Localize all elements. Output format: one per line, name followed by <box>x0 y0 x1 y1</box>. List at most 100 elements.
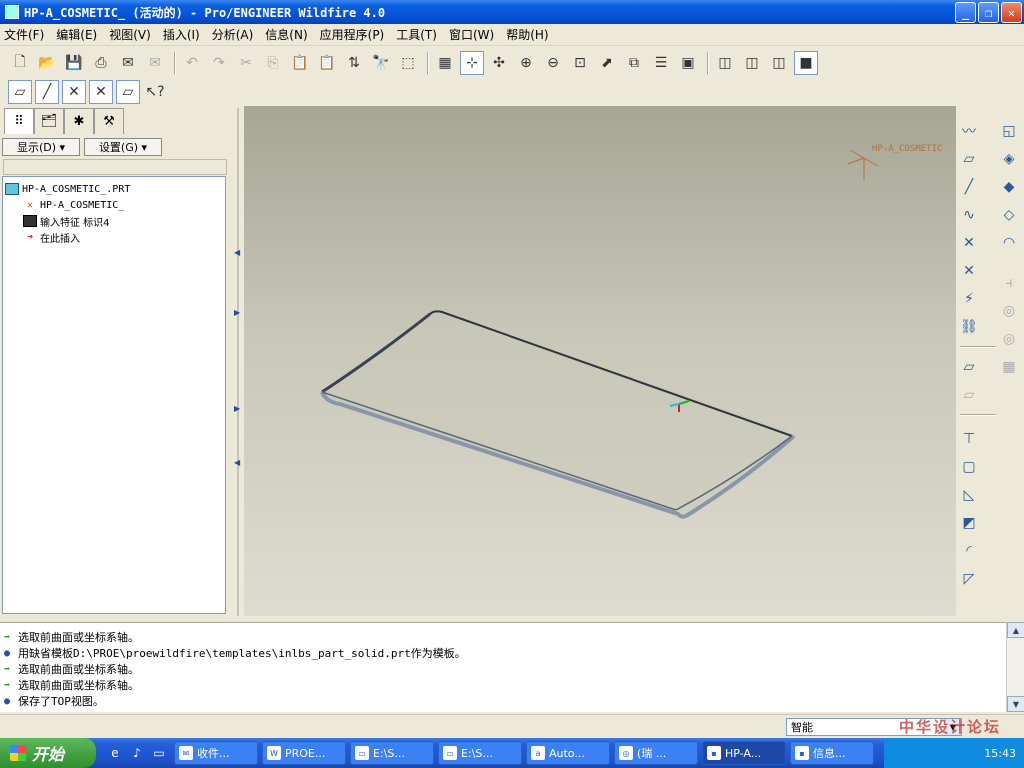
datum-axis-display-icon[interactable]: ╱ <box>35 80 59 104</box>
datum-point-display-icon[interactable]: ✕ <box>62 80 86 104</box>
regenerate-icon[interactable]: ⇅ <box>342 51 366 75</box>
chain-icon[interactable]: ⛓ <box>958 316 980 338</box>
csys-tool-icon[interactable]: ✕ <box>958 260 980 282</box>
draft-icon[interactable]: ◩ <box>958 512 980 534</box>
menu-applications[interactable]: 应用程序(P) <box>320 26 385 43</box>
message-scrollbar[interactable]: ▲ ▼ <box>1006 622 1024 712</box>
saved-views-icon[interactable]: ⧉ <box>622 51 646 75</box>
annotation-tool-2-icon[interactable]: ▱ <box>958 384 980 406</box>
email-link-icon[interactable]: ✉ <box>143 51 167 75</box>
task-inbox[interactable]: ✉ 收件... <box>174 741 258 765</box>
expand-arrow-icon[interactable]: ▶ <box>234 308 240 317</box>
find-icon[interactable]: 🔭 <box>369 51 393 75</box>
menu-window[interactable]: 窗口(W) <box>449 26 494 43</box>
reorient-icon[interactable]: ⬈ <box>595 51 619 75</box>
datum-plane-display-icon[interactable]: ▱ <box>8 80 32 104</box>
hidden-line-icon[interactable]: ◫ <box>740 51 764 75</box>
hole-icon[interactable]: ⊤ <box>958 428 980 450</box>
task-info[interactable]: ▪ 信息... <box>790 741 874 765</box>
email-icon[interactable]: ✉ <box>116 51 140 75</box>
print-icon[interactable]: ⎙ <box>89 51 113 75</box>
tree-item-import-feature[interactable]: 输入特征 标识4 <box>3 213 225 229</box>
rib-icon[interactable]: ◺ <box>958 484 980 506</box>
orient-mode-icon[interactable]: ✣ <box>487 51 511 75</box>
close-button[interactable]: ✕ <box>1001 2 1022 23</box>
copy-icon[interactable]: ⎘ <box>261 51 285 75</box>
task-explorer-1[interactable]: ▭ E:\S... <box>350 741 434 765</box>
show-dropdown[interactable]: 显示(D) ▾ <box>2 138 80 156</box>
expand-arrow-icon[interactable]: ▶ <box>234 404 240 413</box>
blend-icon[interactable]: ◇ <box>998 204 1020 226</box>
tree-item-part[interactable]: HP-A_COSMETIC_.PRT <box>3 181 225 197</box>
datum-plane-icon[interactable]: ▱ <box>958 148 980 170</box>
menu-tools[interactable]: 工具(T) <box>396 26 437 43</box>
graphics-viewport[interactable]: HP-A_COSMETIC <box>244 106 956 616</box>
task-explorer-2[interactable]: ▭ E:\S... <box>438 741 522 765</box>
chamfer-icon[interactable]: ◸ <box>958 568 980 590</box>
annotation-tool-icon[interactable]: ▱ <box>958 356 980 378</box>
sweep-icon[interactable]: ◆ <box>998 176 1020 198</box>
desktop-icon[interactable]: ▭ <box>150 744 168 762</box>
menu-info[interactable]: 信息(N) <box>265 26 307 43</box>
mirror-icon[interactable]: ⫞ <box>998 272 1020 294</box>
no-hidden-icon[interactable]: ◫ <box>767 51 791 75</box>
panel-splitter[interactable]: ◀ ▶ ▶ ◀ <box>232 108 244 616</box>
wireframe-icon[interactable]: ◫ <box>713 51 737 75</box>
context-help-icon[interactable]: ↖? <box>143 80 167 104</box>
menu-edit[interactable]: 编辑(E) <box>56 26 97 43</box>
task-proe[interactable]: ▪ HP-A... <box>702 741 786 765</box>
spin-center-icon[interactable]: ⊹ <box>460 51 484 75</box>
menu-view[interactable]: 视图(V) <box>109 26 151 43</box>
shell-icon[interactable]: ▢ <box>958 456 980 478</box>
tab-folder-browser[interactable]: 🗂 <box>34 108 64 134</box>
trim-icon[interactable]: ◎ <box>998 328 1020 350</box>
open-folder-icon[interactable]: 📂 <box>35 51 59 75</box>
paste-icon[interactable]: 📋 <box>288 51 312 75</box>
paste-special-icon[interactable]: 📋 <box>315 51 339 75</box>
shading-icon[interactable]: ■ <box>794 51 818 75</box>
tab-favorites[interactable]: ✱ <box>64 108 94 134</box>
menu-analysis[interactable]: 分析(A) <box>212 26 254 43</box>
task-app[interactable]: ◎ (瑞 ... <box>614 741 698 765</box>
zoom-out-icon[interactable]: ⊖ <box>541 51 565 75</box>
tree-item-insert-here[interactable]: ➜ 在此插入 <box>3 229 225 245</box>
redo-icon[interactable]: ↷ <box>207 51 231 75</box>
scroll-down-icon[interactable]: ▼ <box>1007 696 1024 712</box>
maximize-button[interactable]: ❐ <box>978 2 999 23</box>
start-button[interactable]: 开始 <box>0 738 96 768</box>
task-word[interactable]: W PROE... <box>262 741 346 765</box>
cut-icon[interactable]: ✂ <box>234 51 258 75</box>
task-autocad[interactable]: a Auto... <box>526 741 610 765</box>
new-file-icon[interactable]: 🗋 <box>8 51 32 75</box>
ie-icon[interactable]: e <box>106 744 124 762</box>
menu-file[interactable]: 文件(F) <box>4 26 44 43</box>
minimize-button[interactable]: _ <box>955 2 976 23</box>
zoom-in-icon[interactable]: ⊕ <box>514 51 538 75</box>
selection-box-icon[interactable]: ⬚ <box>396 51 420 75</box>
view-manager-icon[interactable]: ▣ <box>676 51 700 75</box>
tab-model-tree[interactable]: ⠿ <box>4 108 34 134</box>
media-icon[interactable]: ♪ <box>128 744 146 762</box>
datum-point-icon[interactable]: ✕ <box>958 232 980 254</box>
collapse-arrow-icon[interactable]: ◀ <box>234 458 240 467</box>
csys-display-icon[interactable]: ✕ <box>89 80 113 104</box>
tree-item-csys[interactable]: ✕ HP-A_COSMETIC_ <box>3 197 225 213</box>
layers-icon[interactable]: ☰ <box>649 51 673 75</box>
sketch-tool-icon[interactable]: 〰 <box>958 120 980 142</box>
repaint-icon[interactable]: ▦ <box>433 51 457 75</box>
scroll-up-icon[interactable]: ▲ <box>1007 622 1024 638</box>
menu-help[interactable]: 帮助(H) <box>506 26 548 43</box>
menu-insert[interactable]: 插入(I) <box>163 26 200 43</box>
undo-icon[interactable]: ↶ <box>180 51 204 75</box>
settings-dropdown[interactable]: 设置(G) ▾ <box>84 138 162 156</box>
analysis-feature-icon[interactable]: ⚡ <box>958 288 980 310</box>
collapse-arrow-icon[interactable]: ◀ <box>234 248 240 257</box>
boundary-blend-icon[interactable]: ◠ <box>998 232 1020 254</box>
datum-curve-icon[interactable]: ∿ <box>958 204 980 226</box>
tab-connections[interactable]: ⚒ <box>94 108 124 134</box>
extrude-icon[interactable]: ◱ <box>998 120 1020 142</box>
save-icon[interactable]: 💾 <box>62 51 86 75</box>
refit-icon[interactable]: ⊡ <box>568 51 592 75</box>
pattern-icon[interactable]: ▦ <box>998 356 1020 378</box>
round-icon[interactable]: ◜ <box>958 540 980 562</box>
